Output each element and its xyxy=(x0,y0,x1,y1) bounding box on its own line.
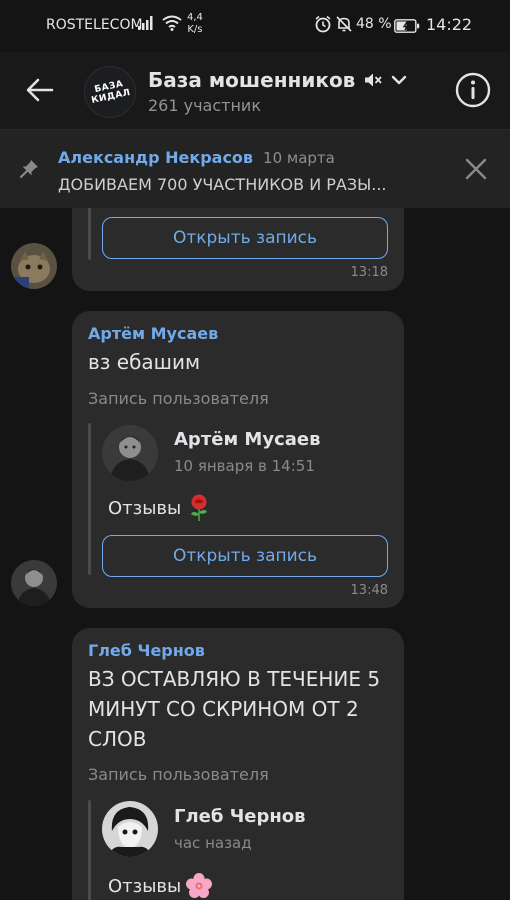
avatar[interactable] xyxy=(11,243,57,289)
close-pinned-button[interactable] xyxy=(462,155,490,183)
cherry-blossom-icon xyxy=(185,872,213,900)
message-bubble: Артём Мусаев вз ебашим Запись пользовате… xyxy=(72,311,404,608)
pinned-date: 10 марта xyxy=(263,149,335,167)
repost-label: Запись пользователя xyxy=(88,389,269,408)
network-speed-value: 4,4 xyxy=(187,12,203,23)
repost-text: Отзывы xyxy=(108,872,213,900)
message-time: 13:18 xyxy=(350,265,388,280)
repost-author-avatar[interactable] xyxy=(102,801,158,857)
rose-icon xyxy=(187,494,211,522)
pinned-author: Александр Некрасов xyxy=(58,148,254,167)
muted-icon xyxy=(363,71,383,89)
battery-percent: 48 % xyxy=(356,16,392,32)
repost-date: час назад xyxy=(174,834,252,852)
repost-bar xyxy=(88,423,91,575)
back-arrow-icon xyxy=(26,78,54,102)
network-speed-unit: K/s xyxy=(187,24,203,35)
avatar[interactable] xyxy=(11,560,57,606)
message-bubble: Глеб Чернов ВЗ ОСТАВЛЯЮ В ТЕЧЕНИЕ 5 МИНУ… xyxy=(72,628,404,900)
pin-icon xyxy=(18,158,40,184)
open-post-button[interactable]: Открыть запись xyxy=(102,217,388,259)
repost-author-name[interactable]: Глеб Чернов xyxy=(174,806,306,827)
repost-bar xyxy=(88,208,91,260)
repost-bar xyxy=(88,800,91,900)
back-button[interactable] xyxy=(20,72,60,108)
chat-title-row[interactable]: База мошенников xyxy=(148,68,407,92)
carrier-label: ROSTELECOM xyxy=(46,17,143,33)
clock: 14:22 xyxy=(426,15,473,34)
message-bubble: Открыть запись 13:18 xyxy=(72,208,404,291)
signal-icon xyxy=(137,15,155,35)
mute-notifications-icon xyxy=(335,15,353,37)
info-icon xyxy=(455,72,491,108)
pinned-text: ДОБИВАЕМ 700 УЧАСТНИКОВ И РАЗЫ... xyxy=(58,175,387,194)
chat-header: БАЗА КИДАЛ База мошенников 261 участник xyxy=(0,52,510,130)
chat-title: База мошенников xyxy=(148,68,356,92)
repost-author-name[interactable]: Артём Мусаев xyxy=(174,429,321,450)
status-bar: ROSTELECOM 4,4 K/s 48 % 14:22 xyxy=(0,0,510,52)
chat-avatar-logo: БАЗА КИДАЛ xyxy=(90,79,132,106)
chevron-down-icon xyxy=(391,74,407,86)
repost-author-avatar[interactable] xyxy=(102,425,158,481)
message-author[interactable]: Глеб Чернов xyxy=(88,641,205,660)
repost-date: 10 января в 14:51 xyxy=(174,457,315,475)
repost-label: Запись пользователя xyxy=(88,765,269,784)
pinned-meta: Александр Некрасов 10 марта xyxy=(58,148,335,167)
chat-screen: ROSTELECOM 4,4 K/s 48 % 14:22 БАЗА КИДАЛ… xyxy=(0,0,510,900)
message-text: ВЗ ОСТАВЛЯЮ В ТЕЧЕНИЕ 5 МИНУТ СО СКРИНОМ… xyxy=(88,667,381,751)
message-feed: Открыть запись 13:18 Артём Мусаев вз еба… xyxy=(0,208,510,900)
message-time: 13:48 xyxy=(350,583,388,598)
alarm-icon xyxy=(314,15,332,37)
repost-text: Отзывы xyxy=(108,494,211,522)
member-count: 261 участник xyxy=(148,96,261,115)
open-post-button[interactable]: Открыть запись xyxy=(102,535,388,577)
close-icon xyxy=(465,158,487,180)
chat-avatar[interactable]: БАЗА КИДАЛ xyxy=(84,66,136,118)
wifi-icon xyxy=(162,15,182,35)
battery-icon xyxy=(394,18,420,37)
message-text: вз ебашим xyxy=(88,350,201,374)
network-speed: 4,4 K/s xyxy=(187,12,203,36)
repost-text-label: Отзывы xyxy=(108,497,182,519)
message-author[interactable]: Артём Мусаев xyxy=(88,324,218,343)
info-button[interactable] xyxy=(454,71,492,109)
pinned-message[interactable]: Александр Некрасов 10 марта ДОБИВАЕМ 700… xyxy=(0,130,510,208)
repost-text-label: Отзывы xyxy=(108,875,182,897)
